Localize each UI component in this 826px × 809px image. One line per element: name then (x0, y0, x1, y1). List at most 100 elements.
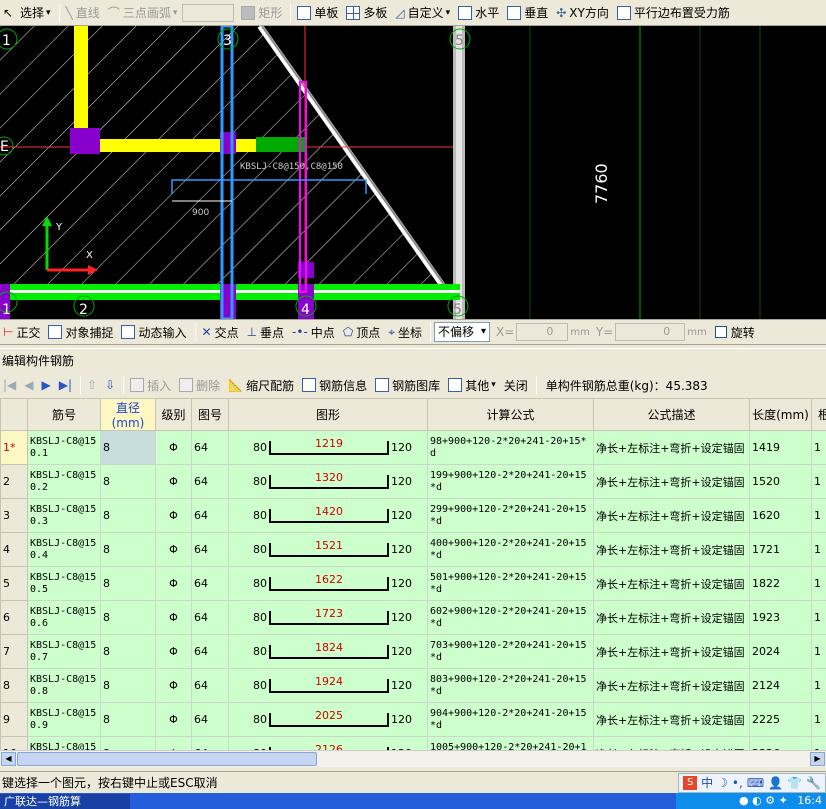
rebar-name-cell[interactable]: KBSLJ-C8@150.4 (27, 532, 101, 567)
count-cell[interactable]: 1 (811, 702, 826, 737)
grade-cell[interactable]: Φ (155, 634, 192, 669)
rebar-diagram-button[interactable]: 钢筋图库 (372, 375, 443, 395)
shape-cell[interactable]: 80 1824 120 (228, 634, 428, 669)
table-row[interactable]: 8 KBSLJ-C8@150.8 8 Φ 64 80 1924 120 803+900+120-… (0, 668, 826, 703)
length-cell[interactable]: 1923 (749, 600, 812, 635)
formula-desc-cell[interactable]: 净长+左标注+弯折+设定锚固 (593, 566, 750, 601)
figure-number-cell[interactable]: 64 (191, 532, 229, 567)
grade-cell[interactable]: Φ (155, 498, 192, 533)
shape-cell[interactable]: 80 2025 120 (228, 702, 428, 737)
rebar-name-cell[interactable]: KBSLJ-C8@150.3 (27, 498, 101, 533)
figure-number-cell[interactable]: 64 (191, 702, 229, 737)
length-cell[interactable]: 2024 (749, 634, 812, 669)
arc-combo[interactable] (182, 3, 235, 22)
row-number[interactable]: 10 (0, 736, 28, 750)
rotate-checkbox[interactable] (714, 326, 727, 338)
formula-desc-cell[interactable]: 净长+左标注+弯折+设定锚固 (593, 702, 750, 737)
col-header-shape[interactable]: 图形 (228, 398, 428, 431)
formula-desc-cell[interactable]: 净长+左标注+弯折+设定锚固 (593, 634, 750, 669)
length-cell[interactable]: 1721 (749, 532, 812, 567)
delete-button[interactable]: 删除 (176, 375, 223, 395)
table-row[interactable]: 6 KBSLJ-C8@150.6 8 Φ 64 80 1723 120 602+900+120-… (0, 600, 826, 635)
table-row[interactable]: 1* KBSLJ-C8@150.1 8 Φ 64 80 1219 120 98+900+120-… (0, 430, 826, 465)
rebar-name-cell[interactable]: KBSLJ-C8@150.2 (27, 464, 101, 499)
col-header-grade[interactable]: 级别 (155, 398, 192, 431)
rebar-name-cell[interactable]: KBSLJ-C8@150.9 (27, 702, 101, 737)
rebar-name-cell[interactable]: KBSLJ-C8@150.7 (27, 634, 101, 669)
formula-cell[interactable]: 904+900+120-2*20+241-20+15*d (427, 702, 594, 737)
scroll-left-icon[interactable]: ◀ (1, 752, 16, 766)
shape-cell[interactable]: 80 1320 120 (228, 464, 428, 499)
offset-select[interactable]: 不偏移 (434, 322, 491, 342)
rebar-name-cell[interactable]: KBSLJ-C8@150.1 (27, 430, 101, 465)
count-cell[interactable]: 1 (811, 430, 826, 465)
table-row[interactable]: 9 KBSLJ-C8@150.9 8 Φ 64 80 2025 120 904+900+120-… (0, 702, 826, 737)
shape-cell[interactable]: 80 1219 120 (228, 430, 428, 465)
coordinate-button[interactable]: ⌖ 坐标 (385, 322, 425, 342)
col-header-diameter[interactable]: 直径(mm) (100, 398, 156, 431)
ime-mode[interactable]: 中 (701, 772, 713, 794)
col-header-formula[interactable]: 计算公式 (427, 398, 594, 431)
row-number[interactable]: 4 (0, 532, 28, 567)
formula-desc-cell[interactable]: 净长+左标注+弯折+设定锚固 (593, 498, 750, 533)
perpendicular-button[interactable]: ⊥ 垂点 (244, 322, 287, 342)
formula-desc-cell[interactable]: 净长+左标注+弯折+设定锚固 (593, 464, 750, 499)
shape-cell[interactable]: 80 1622 120 (228, 566, 428, 601)
count-cell[interactable]: 1 (811, 464, 826, 499)
figure-number-cell[interactable]: 64 (191, 634, 229, 669)
table-row[interactable]: 10KBSLJ-C8@150.108Φ648021261201005+900+1… (0, 736, 826, 750)
prev-record-button[interactable]: ◀ (21, 375, 36, 395)
line-button[interactable]: ╲ 直线 (63, 3, 103, 23)
count-cell[interactable]: 1 (811, 498, 826, 533)
diameter-cell[interactable]: 8 (100, 430, 156, 465)
diameter-cell[interactable]: 8 (100, 702, 156, 737)
figure-number-cell[interactable]: 64 (191, 464, 229, 499)
row-number[interactable]: 6 (0, 600, 28, 635)
row-number[interactable]: 1* (0, 430, 28, 465)
length-cell[interactable]: 2225 (749, 702, 812, 737)
shape-cell[interactable]: 80 1723 120 (228, 600, 428, 635)
table-row[interactable]: 4 KBSLJ-C8@150.4 8 Φ 64 80 1521 120 400+900+120-… (0, 532, 826, 567)
length-cell[interactable]: 1419 (749, 430, 812, 465)
diameter-cell[interactable]: 8 (100, 668, 156, 703)
table-row[interactable]: 7 KBSLJ-C8@150.7 8 Φ 64 80 1824 120 703+900+120-… (0, 634, 826, 669)
figure-number-cell[interactable]: 64 (191, 430, 229, 465)
scroll-right-icon[interactable]: ▶ (810, 752, 825, 766)
diameter-cell[interactable]: 8 (100, 634, 156, 669)
grade-cell[interactable]: Φ (155, 736, 192, 750)
figure-number-cell[interactable]: 64 (191, 736, 229, 750)
formula-cell[interactable]: 703+900+120-2*20+241-20+15*d (427, 634, 594, 669)
formula-cell[interactable]: 1005+900+120-2*20+241-20+15*d (427, 736, 594, 750)
length-cell[interactable]: 1620 (749, 498, 812, 533)
diameter-cell[interactable]: 8 (100, 566, 156, 601)
other-button[interactable]: 其他 ▾ (445, 375, 499, 395)
row-number[interactable]: 5 (0, 566, 28, 601)
table-row[interactable]: 5 KBSLJ-C8@150.5 8 Φ 64 80 1622 120 501+900+120-… (0, 566, 826, 601)
object-snap-button[interactable]: 对象捕捉 (45, 322, 116, 342)
scroll-thumb[interactable] (17, 752, 317, 766)
grade-cell[interactable]: Φ (155, 600, 192, 635)
length-cell[interactable]: 1822 (749, 566, 812, 601)
diameter-cell[interactable]: 8 (100, 532, 156, 567)
count-cell[interactable]: 1 (811, 668, 826, 703)
formula-cell[interactable]: 400+900+120-2*20+241-20+15*d (427, 532, 594, 567)
drawing-canvas[interactable]: KBSLJ-C8@150,C8@150 900 7760 1 3 5 E 1 2… (0, 24, 826, 321)
parallel-edge-button[interactable]: 平行边布置受力筋 (614, 3, 733, 23)
grade-cell[interactable]: Φ (155, 566, 192, 601)
col-header-fig[interactable]: 图号 (191, 398, 229, 431)
rebar-name-cell[interactable]: KBSLJ-C8@150.5 (27, 566, 101, 601)
col-header-length[interactable]: 长度(mm) (749, 398, 812, 431)
row-number[interactable]: 7 (0, 634, 28, 669)
shape-cell[interactable]: 80 1521 120 (228, 532, 428, 567)
rebar-vertical-yellow[interactable] (74, 26, 88, 138)
diameter-cell[interactable]: 8 (100, 600, 156, 635)
scale-rebar-button[interactable]: 📐 缩尺配筋 (225, 375, 297, 395)
shape-cell[interactable]: 802126120 (228, 736, 428, 750)
col-header-count[interactable]: 根 (811, 398, 826, 431)
beam-short-green[interactable] (256, 137, 306, 152)
figure-number-cell[interactable]: 64 (191, 668, 229, 703)
rebar-name-cell[interactable]: KBSLJ-C8@150.8 (27, 668, 101, 703)
row-number[interactable]: 8 (0, 668, 28, 703)
insert-button[interactable]: 插入 (127, 375, 174, 395)
formula-cell[interactable]: 501+900+120-2*20+241-20+15*d (427, 566, 594, 601)
